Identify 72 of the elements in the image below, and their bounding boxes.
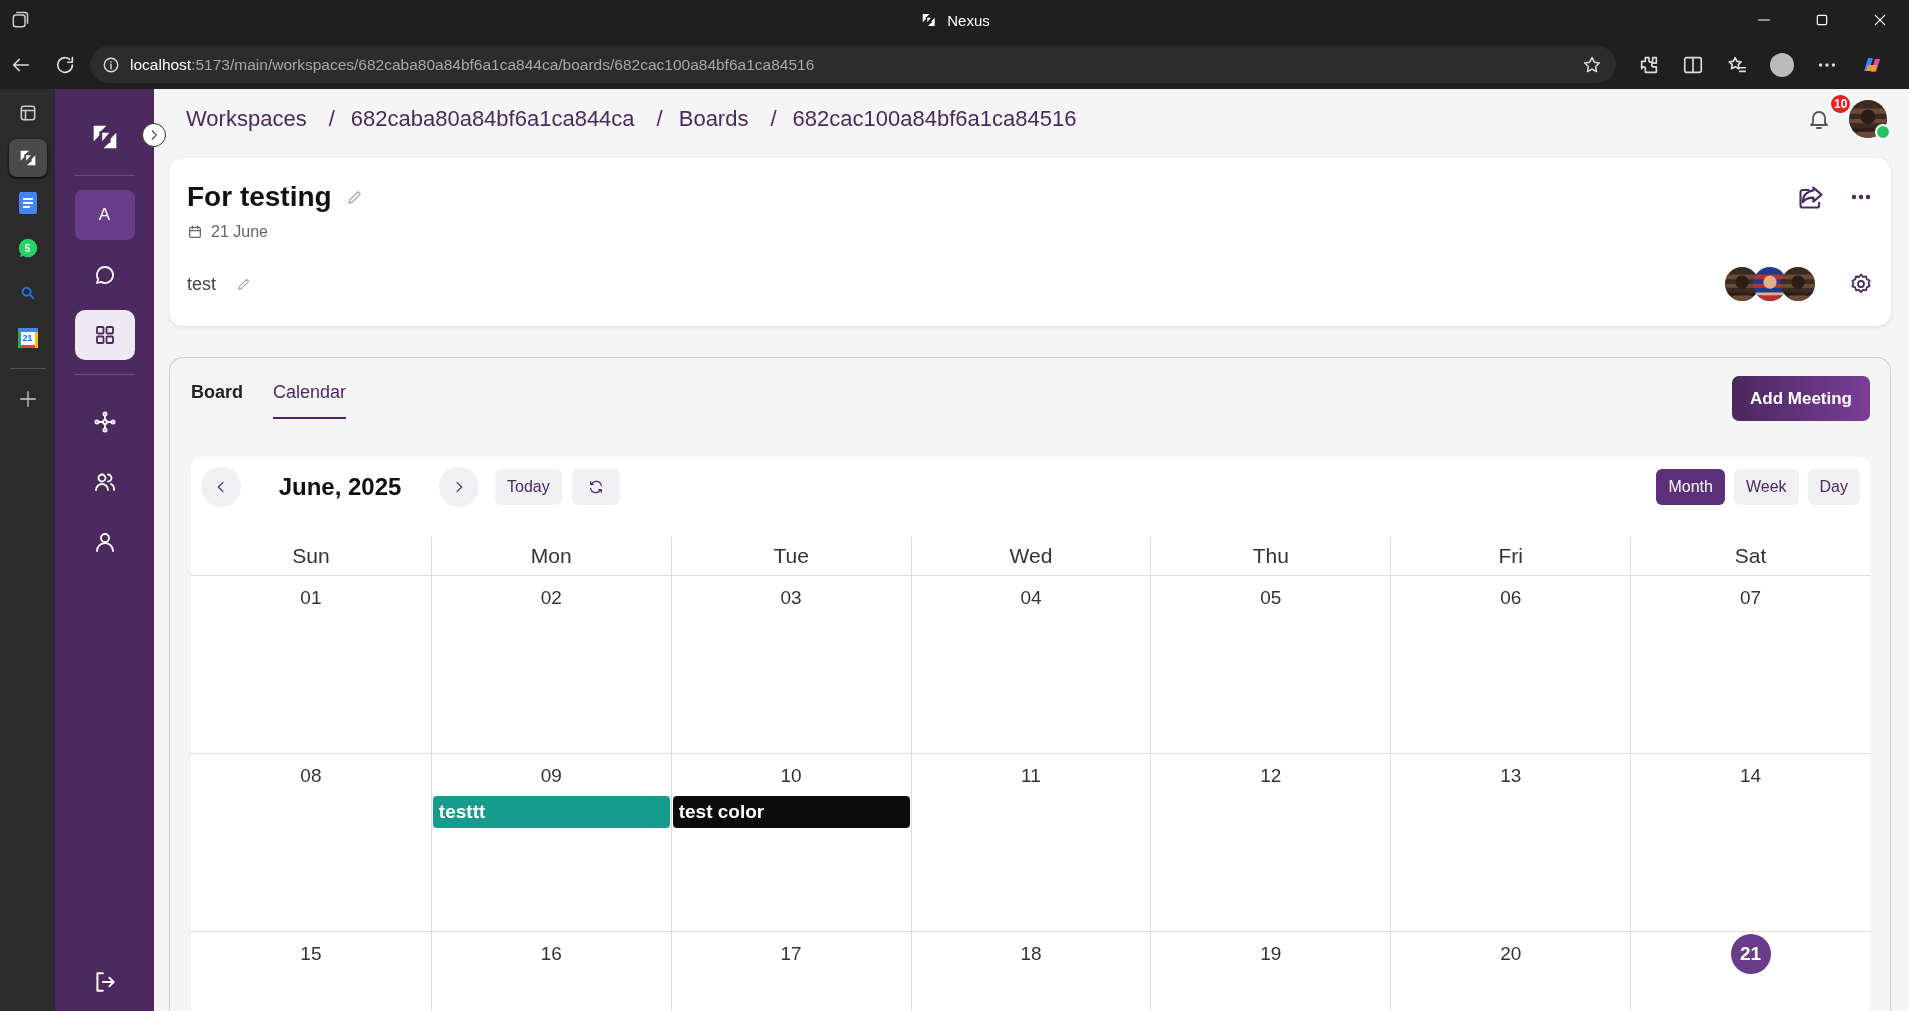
day-number: 15 [299, 942, 323, 966]
view-button[interactable]: Week [1733, 469, 1799, 505]
day-number: 13 [1499, 764, 1523, 788]
day-number: 16 [539, 942, 563, 966]
day-number: 01 [299, 586, 323, 610]
add-meeting-button[interactable]: Add Meeting [1732, 376, 1870, 421]
close-icon[interactable] [1872, 12, 1888, 28]
calendar-event[interactable]: test color [672, 796, 910, 828]
app-shortcut[interactable] [8, 139, 47, 177]
breadcrumb-link[interactable]: 682caba80a84bf6a1ca844ca [350, 105, 635, 132]
board-description: test [187, 273, 216, 295]
view-button[interactable]: Month [1656, 469, 1725, 505]
chat-bubble-icon [16, 237, 39, 259]
day-number: 06 [1499, 586, 1523, 610]
board-title: For testing [187, 181, 332, 213]
refresh-icon [587, 479, 604, 495]
weekday-header: Wed [910, 537, 1151, 576]
weekday-header: Tue [670, 537, 911, 576]
day-number: 18 [1019, 942, 1043, 966]
tabs-icon [10, 10, 30, 30]
app-shortcut[interactable]: 21 [8, 319, 47, 357]
day-number: 03 [779, 586, 803, 610]
weekday-header: Sun [191, 537, 431, 576]
day-number: 07 [1739, 586, 1763, 610]
breadcrumb-link[interactable]: 682cac100a84bf6a1ca84516 [792, 105, 1077, 132]
day-number: 21 [1730, 934, 1771, 974]
weekday-header: Sat [1630, 537, 1870, 576]
view-button[interactable]: Day [1807, 469, 1860, 505]
calendar-icon [187, 224, 203, 240]
day-number: 20 [1499, 942, 1523, 966]
breadcrumb-separator: / [328, 105, 335, 132]
today-button[interactable]: Today [495, 469, 562, 505]
settings-icon[interactable] [1849, 272, 1873, 296]
breadcrumb-separator: / [656, 105, 663, 132]
url-text: localhost:5173/main/workspaces/682caba80a84bf6a1ca844ca/boards/682cac100a84bf6a1ca84516 [130, 55, 815, 74]
board-date: 21 June [211, 223, 268, 241]
day-number: 19 [1259, 942, 1283, 966]
badge-count: 21 [22, 333, 33, 343]
day-number: 11 [1020, 764, 1042, 788]
document-icon [18, 192, 37, 214]
day-number: 17 [779, 942, 803, 966]
day-number: 05 [1259, 586, 1283, 610]
breadcrumb-link[interactable]: Workspaces [186, 105, 307, 132]
weekday-header: Mon [430, 537, 671, 576]
workspace-button[interactable]: A [74, 190, 135, 240]
day-number: 04 [1019, 586, 1043, 610]
notification-badge: 10 [1829, 92, 1853, 115]
info-icon [102, 55, 120, 74]
network-icon [92, 410, 117, 434]
tab[interactable]: Calendar [273, 374, 347, 419]
day-number: 14 [1739, 764, 1763, 788]
profile-avatar[interactable] [1770, 52, 1794, 77]
month-title: June, 2025 [277, 473, 403, 501]
tab[interactable]: Board [191, 374, 243, 419]
day-number: 02 [539, 586, 563, 610]
weekday-header: Fri [1390, 537, 1631, 576]
search-icon [19, 285, 36, 301]
day-number: 12 [1259, 764, 1283, 788]
day-number: 10 [779, 764, 803, 788]
badge-count: 5 [24, 242, 31, 254]
nav-item[interactable] [74, 310, 135, 360]
star-icon[interactable] [1582, 54, 1602, 75]
day-number: 08 [299, 764, 323, 788]
maximize-icon[interactable] [1814, 12, 1830, 28]
breadcrumb-link[interactable]: Boards [678, 105, 749, 132]
calendar-app-icon [17, 328, 38, 348]
day-number: 09 [539, 764, 563, 788]
address-bar[interactable]: localhost:5173/main/workspaces/682caba80a84bf6a1ca844ca/boards/682cac100a84bf6a1ca84516 [90, 46, 1616, 83]
weekday-header: Thu [1150, 537, 1391, 576]
refresh-button[interactable] [571, 469, 620, 505]
breadcrumb-separator: / [770, 105, 777, 132]
window-title: Nexus [947, 11, 990, 29]
